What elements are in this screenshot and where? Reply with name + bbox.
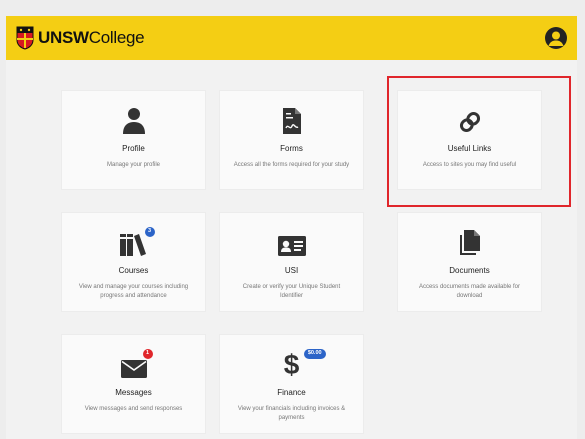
selection-highlight <box>387 76 571 207</box>
tile-title: Forms <box>280 144 303 153</box>
tile-forms[interactable]: Forms Access all the forms required for … <box>219 90 364 190</box>
tile-description: Create or verify your Unique Student Ide… <box>242 284 341 299</box>
tile-title: Documents <box>449 266 490 275</box>
crest-icon <box>16 26 34 50</box>
form-document-icon <box>282 107 302 135</box>
id-card-icon <box>277 229 307 257</box>
tile-title: Courses <box>118 266 149 275</box>
tile-description: Manage your profile <box>106 162 161 168</box>
tile-usi[interactable]: USI Create or verify your Unique Student… <box>219 212 364 312</box>
finance-balance-badge: $0.00 <box>303 349 326 359</box>
tile-description: View messages and send responses <box>84 406 183 412</box>
tile-title: Profile <box>122 144 145 153</box>
logo-text: UNSWCollege <box>38 28 145 47</box>
tile-description: View your financials including invoices … <box>237 406 346 421</box>
tile-profile[interactable]: Profile Manage your profile <box>61 90 206 190</box>
tile-description: Access documents made available for down… <box>418 284 521 299</box>
books-icon: 3 <box>119 227 155 257</box>
screenshot-frame: UNSWCollege Profile Manage your profile <box>0 0 585 439</box>
tile-messages[interactable]: 1 Messages View messages and send respon… <box>61 334 206 434</box>
tile-courses[interactable]: 3 Courses View and manage your courses i… <box>61 212 206 312</box>
documents-icon <box>458 229 482 257</box>
tile-title: Finance <box>277 388 306 397</box>
dashboard-grid: Profile Manage your profile Forms Access… <box>6 60 577 439</box>
tile-title: USI <box>284 266 299 275</box>
courses-count-badge: 3 <box>144 227 155 237</box>
tile-title: Messages <box>115 388 152 397</box>
tile-finance[interactable]: $ $0.00 Finance View your financials inc… <box>219 334 364 434</box>
user-menu-button[interactable] <box>545 27 567 49</box>
tile-description: View and manage your courses including p… <box>78 284 189 299</box>
top-bar: UNSWCollege <box>6 16 577 60</box>
envelope-icon: 1 <box>120 349 153 379</box>
user-circle-icon <box>548 31 564 46</box>
person-icon <box>122 107 146 135</box>
tile-description: Access all the forms required for your s… <box>233 162 350 168</box>
tile-documents[interactable]: Documents Access documents made availabl… <box>397 212 542 312</box>
dollar-glyph: $ <box>283 349 300 380</box>
college-logo[interactable]: UNSWCollege <box>16 26 145 50</box>
dollar-icon: $ $0.00 <box>283 349 326 380</box>
messages-count-badge: 1 <box>142 349 153 359</box>
